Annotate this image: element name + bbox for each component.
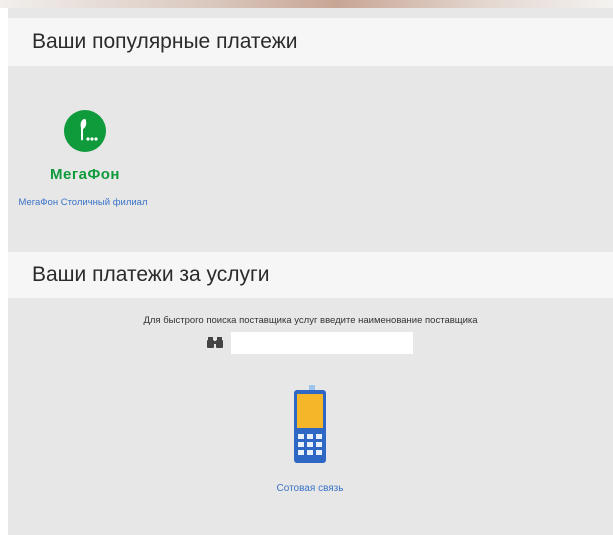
binoculars-icon: [207, 337, 223, 348]
megafon-caption-link[interactable]: МегаФон Столичный филиал: [12, 197, 154, 209]
megafon-logo-icon: [64, 110, 106, 152]
megafon-brand-text: МегаФон: [50, 166, 120, 183]
search-hint: Для быстрого поиска поставщика услуг вве…: [143, 315, 478, 326]
top-bar: [0, 0, 613, 8]
provider-search-input[interactable]: [231, 332, 413, 354]
service-category-mobile[interactable]: Сотовая связь: [255, 385, 365, 505]
service-category-label[interactable]: Сотовая связь: [255, 483, 365, 494]
mobile-phone-icon: [294, 385, 326, 463]
popular-payment-megafon[interactable]: МегаФон МегаФон Столичный филиал: [12, 110, 152, 232]
service-payments-heading: Ваши платежи за услуги: [8, 252, 613, 298]
popular-payments-heading: Ваши популярные платежи: [8, 18, 613, 66]
